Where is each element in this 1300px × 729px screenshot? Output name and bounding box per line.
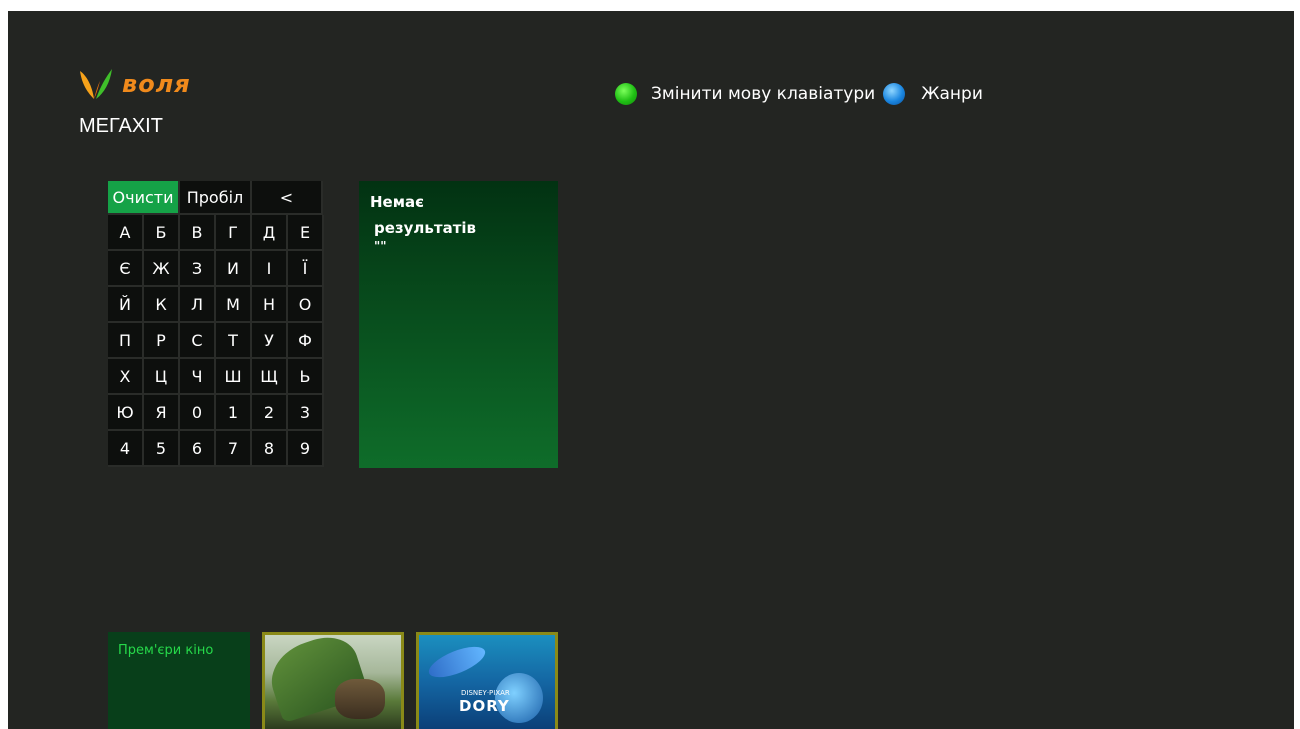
keyboard-key[interactable]: М bbox=[216, 287, 252, 323]
keyboard-letter-grid: АБВГДЕ ЄЖЗИІЇ ЙКЛМНО ПРСТУФ ХЦЧШЩЬ ЮЯ0123 4567… bbox=[108, 215, 324, 467]
keyboard-key[interactable]: 6 bbox=[180, 431, 216, 467]
keyboard-key[interactable]: Р bbox=[144, 323, 180, 359]
poster-fish-art bbox=[425, 640, 489, 684]
keyboard-key[interactable]: 8 bbox=[252, 431, 288, 467]
keyboard-key[interactable]: 2 bbox=[252, 395, 288, 431]
backspace-key[interactable]: < bbox=[252, 181, 323, 215]
color-key-legend: Змінити мову клавіатури Жанри bbox=[615, 83, 983, 105]
category-label: Прем'єри кіно bbox=[118, 643, 214, 658]
keyboard-key[interactable]: 4 bbox=[108, 431, 144, 467]
keyboard-key[interactable]: У bbox=[252, 323, 288, 359]
keyboard-key[interactable]: Ї bbox=[288, 251, 324, 287]
movie-poster[interactable]: DISNEY·PIXAR DORY bbox=[416, 632, 558, 729]
onscreen-keyboard: Очисти Пробіл < АБВГДЕ ЄЖЗИІЇ ЙКЛМНО ПРСТУФ… bbox=[108, 181, 324, 467]
brand-name: воля bbox=[122, 70, 191, 98]
keyboard-key[interactable]: Б bbox=[144, 215, 180, 251]
clear-key[interactable]: Очисти bbox=[108, 181, 180, 215]
brand-logo: воля bbox=[76, 67, 191, 101]
keyboard-key[interactable]: С bbox=[180, 323, 216, 359]
keyboard-key[interactable]: 9 bbox=[288, 431, 324, 467]
keyboard-key[interactable]: З bbox=[180, 251, 216, 287]
keyboard-key[interactable]: 7 bbox=[216, 431, 252, 467]
keyboard-key[interactable]: Г bbox=[216, 215, 252, 251]
keyboard-function-row: Очисти Пробіл < bbox=[108, 181, 323, 215]
keyboard-key[interactable]: Є bbox=[108, 251, 144, 287]
change-keyboard-language-label[interactable]: Змінити мову клавіатури bbox=[651, 84, 875, 104]
keyboard-key[interactable]: Ф bbox=[288, 323, 324, 359]
no-results-line2: результатів bbox=[374, 219, 477, 237]
keyboard-key[interactable]: Ю bbox=[108, 395, 144, 431]
blue-button-icon bbox=[883, 83, 906, 105]
search-results-panel: Немає результатів "" bbox=[359, 181, 558, 468]
keyboard-key[interactable]: Л bbox=[180, 287, 216, 323]
keyboard-key[interactable]: Х bbox=[108, 359, 144, 395]
volia-leaf-icon bbox=[80, 69, 112, 99]
keyboard-key[interactable]: А bbox=[108, 215, 144, 251]
poster-studio-text: DISNEY·PIXAR bbox=[461, 689, 510, 697]
keyboard-key[interactable]: Д bbox=[252, 215, 288, 251]
keyboard-key[interactable]: В bbox=[180, 215, 216, 251]
keyboard-key[interactable]: 1 bbox=[216, 395, 252, 431]
keyboard-key[interactable]: Ч bbox=[180, 359, 216, 395]
movie-carousel: Прем'єри кіно DISNEY·PIXAR DORY bbox=[108, 632, 558, 729]
green-button-icon bbox=[615, 83, 637, 105]
page-title: МЕГАХІТ bbox=[79, 115, 163, 137]
keyboard-key[interactable]: Н bbox=[252, 287, 288, 323]
keyboard-key[interactable]: Ш bbox=[216, 359, 252, 395]
keyboard-key[interactable]: О bbox=[288, 287, 324, 323]
keyboard-key[interactable]: І bbox=[252, 251, 288, 287]
keyboard-key[interactable]: П bbox=[108, 323, 144, 359]
keyboard-key[interactable]: К bbox=[144, 287, 180, 323]
movie-poster[interactable] bbox=[262, 632, 404, 729]
keyboard-key[interactable]: Е bbox=[288, 215, 324, 251]
keyboard-key[interactable]: Ь bbox=[288, 359, 324, 395]
search-query: "" bbox=[374, 239, 387, 253]
poster-figure-art bbox=[335, 679, 385, 719]
keyboard-key[interactable]: Ц bbox=[144, 359, 180, 395]
keyboard-key[interactable]: Т bbox=[216, 323, 252, 359]
keyboard-key[interactable]: Щ bbox=[252, 359, 288, 395]
keyboard-key[interactable]: 5 bbox=[144, 431, 180, 467]
category-tile[interactable]: Прем'єри кіно bbox=[108, 632, 250, 729]
keyboard-key[interactable]: Ж bbox=[144, 251, 180, 287]
space-key[interactable]: Пробіл bbox=[180, 181, 252, 215]
genres-label[interactable]: Жанри bbox=[921, 84, 983, 104]
tv-screen: воля МЕГАХІТ Змінити мову клавіатури Жан… bbox=[8, 11, 1294, 729]
keyboard-key[interactable]: Й bbox=[108, 287, 144, 323]
keyboard-key[interactable]: Я bbox=[144, 395, 180, 431]
keyboard-key[interactable]: 0 bbox=[180, 395, 216, 431]
keyboard-key[interactable]: И bbox=[216, 251, 252, 287]
no-results-line1: Немає bbox=[370, 193, 425, 211]
keyboard-key[interactable]: 3 bbox=[288, 395, 324, 431]
poster-title-text: DORY bbox=[459, 697, 510, 715]
